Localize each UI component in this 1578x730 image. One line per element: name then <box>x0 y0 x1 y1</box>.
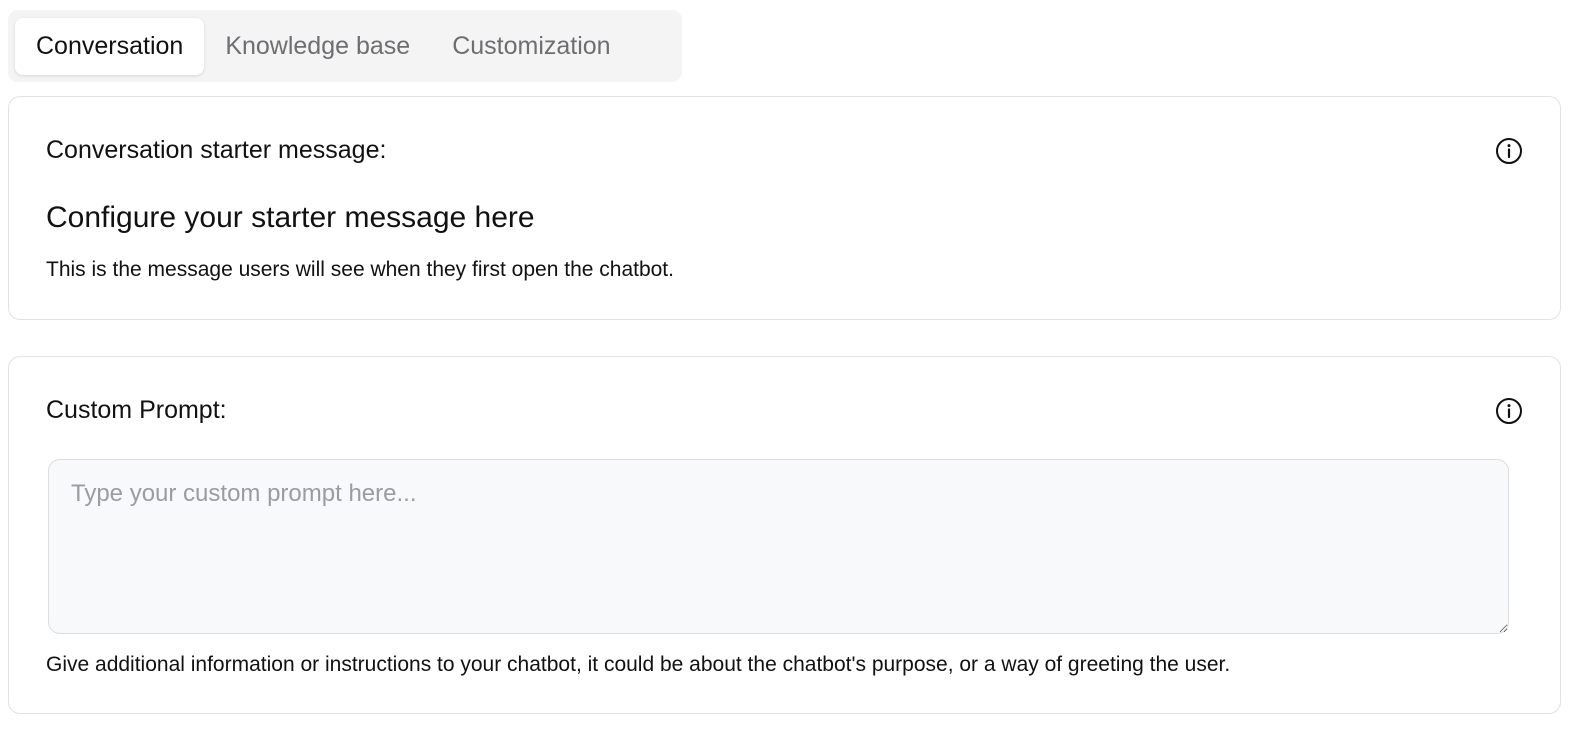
starter-message-heading[interactable]: Configure your starter message here <box>46 201 535 235</box>
starter-message-description: This is the message users will see when … <box>46 258 674 281</box>
tab-customization[interactable]: Customization <box>431 18 631 75</box>
custom-prompt-help-text: Give additional information or instructi… <box>46 653 1231 676</box>
starter-message-card: Conversation starter message: Configure … <box>8 96 1561 320</box>
tab-knowledge-base[interactable]: Knowledge base <box>204 18 431 75</box>
tab-bar: Conversation Knowledge base Customizatio… <box>8 10 682 82</box>
info-icon[interactable] <box>1495 397 1523 425</box>
info-icon[interactable] <box>1495 137 1523 165</box>
custom-prompt-label: Custom Prompt: <box>46 396 227 424</box>
custom-prompt-card: Custom Prompt: Give additional informati… <box>8 356 1561 714</box>
custom-prompt-textarea[interactable] <box>48 459 1509 634</box>
tab-conversation[interactable]: Conversation <box>15 17 205 75</box>
starter-message-label: Conversation starter message: <box>46 136 387 164</box>
